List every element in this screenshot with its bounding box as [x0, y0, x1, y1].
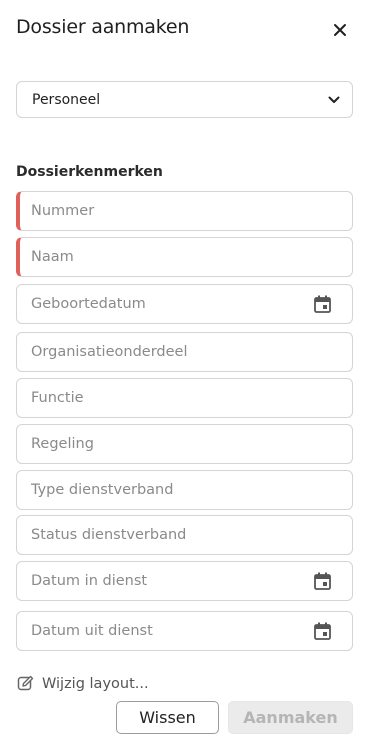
edit-layout-label: Wijzig layout...	[42, 675, 149, 692]
field-datum-in-dienst[interactable]: Datum in dienst	[16, 561, 353, 601]
field-naam[interactable]: Naam	[16, 237, 353, 277]
dialog-header: Dossier aanmaken	[16, 16, 354, 44]
field-regeling-placeholder: Regeling	[31, 436, 94, 452]
field-type-dienstverband[interactable]: Type dienstverband	[16, 470, 353, 510]
dossier-type-value: Personeel	[32, 91, 101, 108]
field-type-dienstverband-placeholder: Type dienstverband	[31, 482, 174, 498]
field-datum-uit-dienst-placeholder: Datum uit dienst	[31, 623, 153, 639]
edit-icon	[17, 675, 34, 691]
calendar-icon[interactable]	[312, 294, 332, 314]
edit-layout-link[interactable]: Wijzig layout...	[17, 675, 149, 692]
clear-button[interactable]: Wissen	[116, 701, 219, 734]
close-button[interactable]	[326, 16, 354, 44]
calendar-icon[interactable]	[312, 621, 332, 641]
dialog-title: Dossier aanmaken	[16, 16, 190, 38]
field-geboortedatum[interactable]: Geboortedatum	[16, 284, 353, 324]
field-functie[interactable]: Functie	[16, 378, 353, 418]
field-organisatieonderdeel-placeholder: Organisatieonderdeel	[31, 344, 188, 360]
dossier-type-select[interactable]: Personeel	[16, 81, 353, 118]
create-button[interactable]: Aanmaken	[228, 701, 353, 734]
field-datum-in-dienst-placeholder: Datum in dienst	[31, 573, 148, 589]
field-regeling[interactable]: Regeling	[16, 424, 353, 464]
chevron-down-icon	[328, 96, 340, 103]
field-status-dienstverband[interactable]: Status dienstverband	[16, 515, 353, 555]
close-icon[interactable]	[333, 23, 347, 37]
section-heading: Dossierkenmerken	[16, 164, 163, 180]
field-organisatieonderdeel[interactable]: Organisatieonderdeel	[16, 332, 353, 372]
field-datum-uit-dienst[interactable]: Datum uit dienst	[16, 611, 353, 651]
field-nummer-placeholder: Nummer	[31, 203, 95, 219]
calendar-icon[interactable]	[312, 571, 332, 591]
field-status-dienstverband-placeholder: Status dienstverband	[31, 527, 187, 543]
field-nummer[interactable]: Nummer	[16, 191, 353, 231]
field-naam-placeholder: Naam	[31, 249, 74, 265]
field-geboortedatum-placeholder: Geboortedatum	[31, 296, 146, 312]
field-functie-placeholder: Functie	[31, 390, 84, 406]
